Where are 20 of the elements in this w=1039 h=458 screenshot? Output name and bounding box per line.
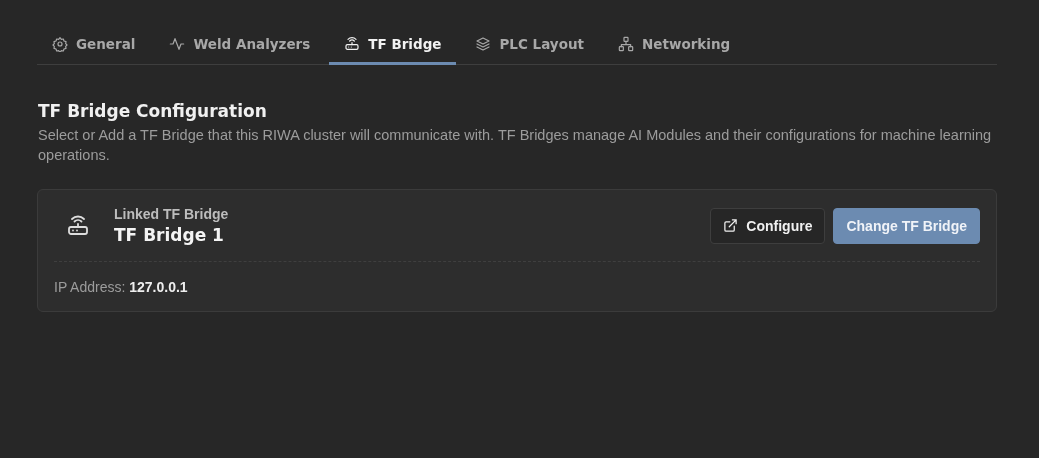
change-bridge-button[interactable]: Change TF Bridge bbox=[833, 207, 980, 244]
tab[interactable]: PLC Layout bbox=[460, 28, 599, 65]
pulse-icon bbox=[169, 36, 186, 52]
tab[interactable]: Networking bbox=[603, 28, 746, 65]
ip-label: IP Address: bbox=[54, 279, 126, 295]
tab[interactable]: Weld Analyzers bbox=[154, 28, 326, 65]
network-icon bbox=[618, 36, 634, 52]
ip-value: 127.0.0.1 bbox=[129, 279, 188, 295]
router-icon bbox=[66, 213, 90, 238]
linked-label: Linked TF Bridge bbox=[114, 206, 230, 222]
tab[interactable]: General bbox=[37, 28, 151, 65]
configure-button[interactable]: Configure bbox=[710, 207, 826, 244]
section-title: TF Bridge Configuration bbox=[38, 101, 268, 121]
external-link-icon bbox=[723, 218, 739, 233]
bridge-name: TF Bridge 1 bbox=[114, 225, 225, 245]
tab[interactable]: TF Bridge bbox=[329, 28, 457, 65]
layers-icon bbox=[475, 36, 492, 52]
router-icon bbox=[344, 36, 361, 52]
section-description: Select or Add a TF Bridge that this RIWA cluster will communicate with. TF Bridges manage AI Modules and their configurations for machine learning operations. bbox=[38, 126, 993, 165]
settings-icon bbox=[52, 36, 68, 52]
